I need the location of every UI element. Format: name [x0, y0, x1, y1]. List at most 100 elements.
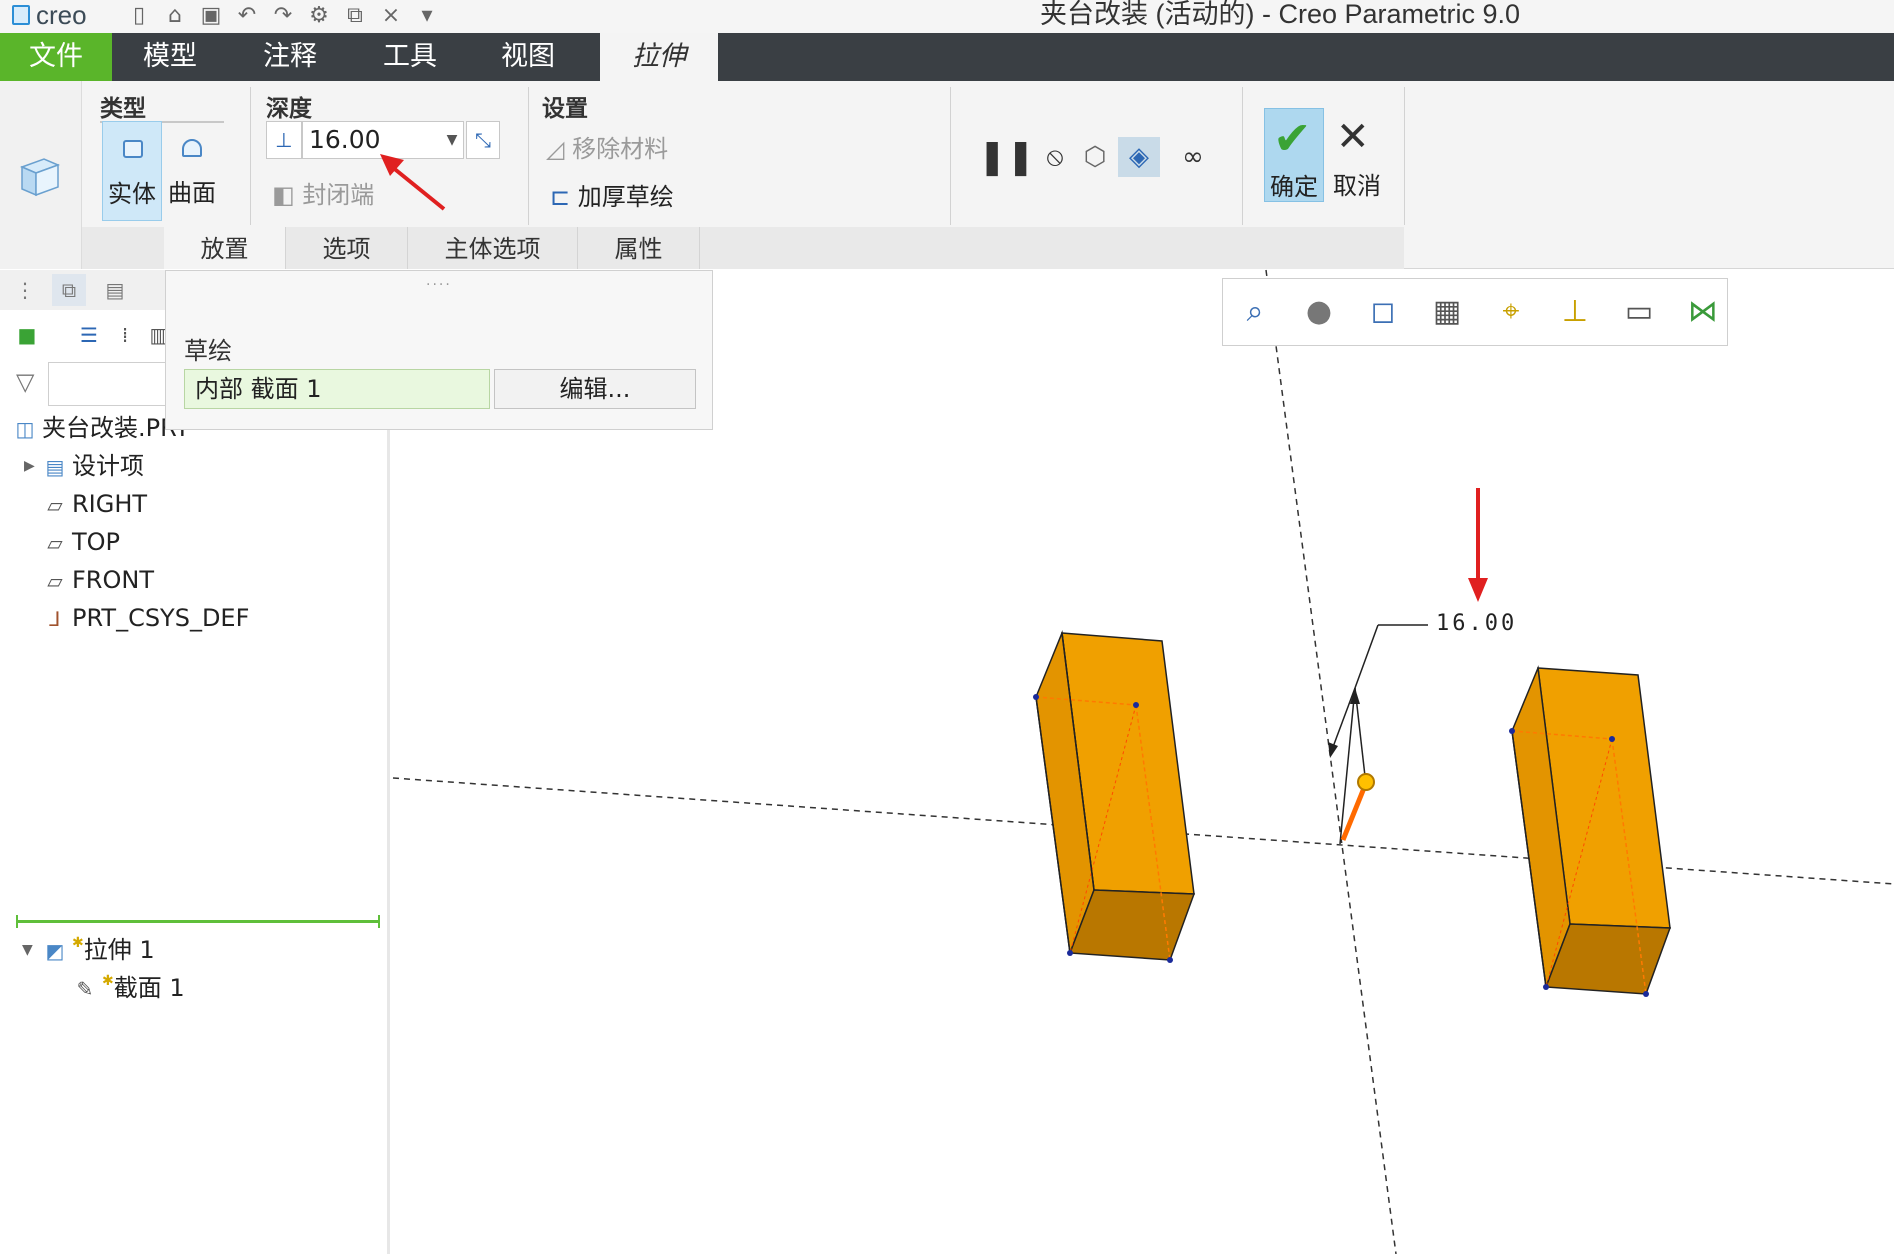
check-icon: ✔ — [1273, 111, 1312, 165]
datum-display-icon[interactable]: ⌖ — [1489, 289, 1533, 335]
depth-dimension-label[interactable]: 16.00 — [1436, 611, 1517, 636]
tab-options[interactable]: 选项 — [286, 227, 408, 269]
collapse-arrow-icon[interactable]: ▼ — [22, 934, 33, 966]
tree-item-root[interactable]: ◫ 夹台改装.PRT — [14, 412, 190, 444]
extrude-feature-panel — [0, 81, 82, 269]
tree-item-section[interactable]: ✎ ✱截面 1 — [74, 972, 185, 1004]
model-cube-icon[interactable]: ■ — [12, 320, 42, 350]
insert-here-indicator[interactable] — [16, 915, 380, 928]
folder-browser-tab-icon[interactable]: ▤ — [98, 274, 132, 306]
extrude-feature-icon — [19, 158, 61, 197]
tab-placement[interactable]: 放置 — [164, 227, 286, 269]
surface-label: 曲面 — [168, 179, 216, 207]
tab-view[interactable]: 视图 — [476, 33, 580, 81]
filter-icon: ▽ — [16, 368, 35, 396]
thicken-sketch-label: 加厚草绘 — [577, 183, 674, 211]
pause-icon[interactable]: ❚❚ — [978, 137, 1035, 177]
thicken-sketch-icon: ⊏ — [550, 183, 578, 211]
tab-file[interactable]: 文件 — [0, 33, 112, 81]
tree-item-top[interactable]: ▱ TOP — [44, 526, 120, 558]
regenerate-icon[interactable]: ⚙ — [308, 3, 330, 28]
close-window-icon[interactable]: ⨯ — [380, 3, 402, 28]
glasses-icon[interactable]: ∞ — [1170, 137, 1216, 177]
surface-button[interactable]: 曲面 — [162, 121, 222, 221]
tree-list-icon[interactable]: ☰ — [74, 320, 104, 350]
extrude-sub-tabs: 放置 选项 主体选项 属性 — [82, 227, 1404, 269]
remove-material-icon: ◿ — [546, 135, 573, 163]
tab-extrude[interactable]: 拉伸 — [600, 33, 718, 81]
remove-material-label: 移除材料 — [572, 135, 669, 163]
capped-ends-option[interactable]: ◧ 封闭端 — [272, 175, 374, 210]
expand-arrow-icon[interactable]: ▶ — [24, 450, 35, 482]
remove-material-option[interactable]: ◿ 移除材料 — [546, 129, 668, 164]
panel-grip[interactable]: .... — [426, 273, 452, 289]
save-icon[interactable]: ▣ — [200, 3, 222, 28]
tab-annotate[interactable]: 注释 — [238, 33, 342, 81]
extrude-ribbon: 类型 实体 曲面 深度 ⊥ 16.00 ▼ ⤡ ◧ 封闭端 设置 ◿ 移除材料 … — [0, 81, 1894, 269]
zoom-icon[interactable]: ⌕ — [1233, 289, 1277, 335]
design-items-label: 设计项 — [72, 452, 144, 480]
capped-ends-label: 封闭端 — [302, 181, 375, 209]
verify-icon[interactable]: ◈ — [1118, 137, 1160, 177]
front-label: FRONT — [72, 566, 154, 594]
new-file-icon[interactable]: ▯ — [128, 3, 150, 28]
tree-item-right[interactable]: ▱ RIGHT — [44, 488, 147, 520]
ok-button[interactable]: ✔ 确定 — [1264, 108, 1324, 202]
undo-icon[interactable]: ↶ — [236, 3, 258, 28]
ribbon-separator — [950, 87, 951, 225]
customize-icon[interactable]: ▾ — [416, 3, 438, 28]
edit-sketch-button[interactable]: 编辑... — [494, 369, 696, 409]
tab-properties[interactable]: 属性 — [578, 227, 700, 269]
flip-direction-icon[interactable]: ⤡ — [466, 121, 500, 159]
modified-star-icon: ✱ — [102, 973, 114, 989]
cancel-label: 取消 — [1333, 172, 1381, 200]
depth-dropdown-arrow[interactable]: ▼ — [440, 121, 464, 159]
model-tree-tab-icon[interactable]: ⋮ — [8, 274, 42, 306]
right-label: RIGHT — [72, 490, 148, 518]
depth-option-icon[interactable]: ⊥ — [266, 121, 302, 159]
saved-orientations-icon[interactable]: ● — [1297, 289, 1341, 335]
tree-item-csys[interactable]: ⅃ PRT_CSYS_DEF — [44, 602, 249, 634]
sketch-icon: ✎ — [76, 977, 94, 1001]
ribbon-separator — [528, 87, 529, 225]
tree-item-extrude[interactable]: ◩ ✱拉伸 1 — [44, 934, 155, 966]
annotation-display-icon[interactable]: ▭ — [1617, 289, 1661, 335]
window-title: 夹台改装 (活动的) - Creo Parametric 9.0 — [1040, 0, 1521, 29]
tab-body-options[interactable]: 主体选项 — [408, 227, 578, 269]
settings-group-title: 设置 — [542, 96, 588, 122]
depth-group-title: 深度 — [266, 96, 312, 122]
creo-window: creo ▯ ⌂ ▣ ↶ ↷ ⚙ ⧉ ⨯ ▾ 夹台改装 (活动的) - Creo… — [0, 0, 1894, 1254]
tree-item-front[interactable]: ▱ FRONT — [44, 564, 154, 596]
view-manager-icon[interactable]: ▦ — [1425, 289, 1469, 335]
cancel-button[interactable]: ✕ 取消 — [1328, 108, 1386, 202]
capped-ends-icon: ◧ — [272, 181, 303, 209]
preview-icon[interactable]: ⬡ — [1076, 137, 1114, 177]
type-group-title: 类型 — [100, 96, 146, 122]
csys-display-icon[interactable]: ⊥ — [1553, 289, 1597, 335]
display-style-icon[interactable]: ◻ — [1361, 289, 1405, 335]
spin-center-icon[interactable]: ⋈ — [1681, 289, 1725, 335]
thicken-sketch-option[interactable]: ⊏ 加厚草绘 — [550, 177, 674, 212]
tab-tools[interactable]: 工具 — [358, 33, 462, 81]
logo-text: creo — [36, 0, 87, 30]
placement-panel: .... 草绘 内部 截面 1 编辑... — [165, 270, 713, 430]
surface-icon — [182, 139, 202, 157]
layer-tree-tab-icon[interactable]: ⧉ — [52, 274, 86, 306]
ribbon-separator — [1404, 87, 1405, 225]
csys-label: PRT_CSYS_DEF — [72, 604, 250, 632]
sketch-collector[interactable]: 内部 截面 1 — [184, 369, 490, 409]
stop-icon[interactable]: ⦸ — [1040, 137, 1070, 177]
redo-icon[interactable]: ↷ — [272, 3, 294, 28]
windows-icon[interactable]: ⧉ — [344, 3, 366, 28]
coordinate-system-icon: ⅃ — [49, 607, 61, 631]
datum-plane-icon: ▱ — [47, 493, 63, 517]
tree-columns-icon[interactable]: ⁞ — [110, 320, 140, 350]
tree-item-design-items[interactable]: ▤ 设计项 — [44, 450, 144, 482]
solid-button[interactable]: 实体 — [102, 121, 162, 221]
tab-model[interactable]: 模型 — [118, 33, 222, 81]
creo-cube-icon — [12, 5, 30, 25]
solid-label: 实体 — [108, 180, 156, 208]
extrude-icon: ◩ — [45, 939, 65, 963]
ribbon-separator — [250, 87, 251, 225]
open-folder-icon[interactable]: ⌂ — [164, 3, 186, 28]
